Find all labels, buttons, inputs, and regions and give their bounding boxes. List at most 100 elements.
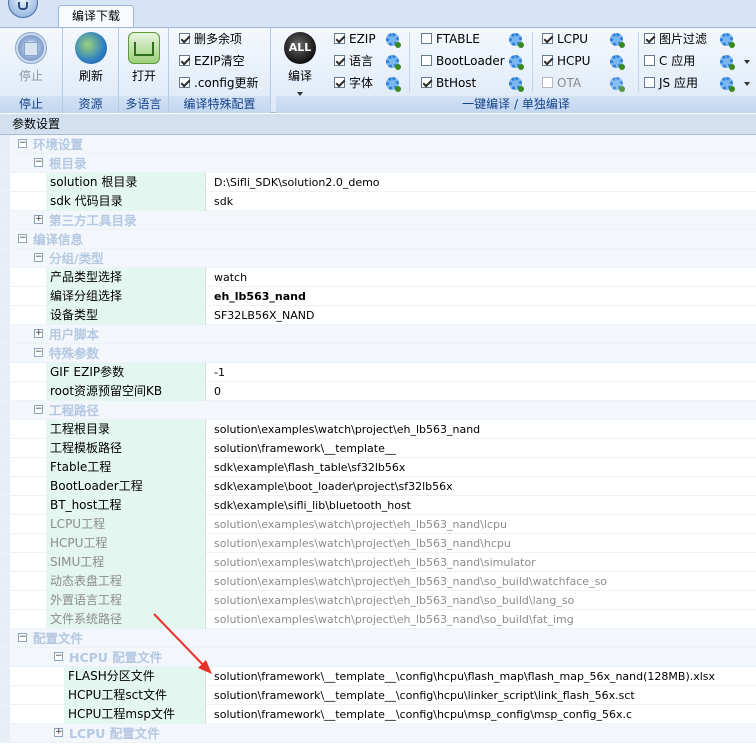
property-value[interactable]: D:\Sifli_SDK\solution2.0_demo [214, 173, 380, 192]
gear-icon[interactable] [720, 77, 735, 92]
option-ezip-clear[interactable]: EZIP清空 [179, 51, 245, 71]
property-row[interactable]: sdk 代码目录 sdk [0, 192, 756, 211]
property-value[interactable]: solution\examples\watch\project\eh_lb563… [214, 420, 480, 439]
property-row[interactable]: root资源预留空间KB 0 [0, 382, 756, 401]
gear-icon[interactable] [610, 55, 625, 70]
checkbox[interactable] [334, 77, 345, 88]
collapse-icon[interactable]: − [18, 139, 27, 148]
option-ftable[interactable]: FTABLE [421, 29, 526, 49]
option-js-app[interactable]: JS 应用 [644, 73, 756, 93]
expand-icon[interactable]: + [34, 329, 43, 338]
property-row[interactable]: FLASH分区文件 solution\framework\__template__… [0, 667, 756, 686]
compile-all-button[interactable]: ALL 编译 [276, 32, 324, 96]
property-value[interactable]: watch [214, 268, 247, 287]
property-row[interactable]: 外置语言工程 solution\examples\watch\project\eh… [0, 591, 756, 610]
property-value[interactable]: sdk [214, 192, 233, 211]
property-row[interactable]: Ftable工程 sdk\example\flash_table\sf32lb56… [0, 458, 756, 477]
property-value[interactable]: eh_lb563_nand [214, 287, 306, 306]
property-row[interactable]: 编译分组选择 eh_lb563_nand [0, 287, 756, 306]
property-row[interactable]: 动态表盘工程 solution\examples\watch\project\eh… [0, 572, 756, 591]
gear-icon[interactable] [386, 55, 401, 70]
checkbox[interactable] [644, 33, 655, 44]
option-image-filter[interactable]: 图片过滤 [644, 29, 756, 49]
category-row[interactable]: − 分组/类型 [0, 249, 756, 268]
collapse-icon[interactable]: − [54, 652, 63, 661]
option-ezip[interactable]: EZIP [334, 29, 404, 49]
property-row[interactable]: 工程模板路径 solution\framework\__template__ [0, 439, 756, 458]
checkbox[interactable] [179, 77, 190, 88]
tab-compile-download[interactable]: 编译下载 [58, 5, 134, 27]
option-ota[interactable]: OTA [542, 73, 637, 93]
collapse-icon[interactable]: − [34, 158, 43, 167]
property-value[interactable]: sdk\example\flash_table\sf32lb56x [214, 458, 405, 477]
property-value[interactable]: solution\examples\watch\project\eh_lb563… [214, 591, 574, 610]
property-value[interactable]: solution\framework\__template__\config\h… [214, 705, 632, 724]
property-row[interactable]: HCPU工程msp文件 solution\framework\__template… [0, 705, 756, 724]
category-row[interactable]: − 环境设置 [0, 135, 756, 154]
chevron-down-icon[interactable] [744, 82, 750, 86]
checkbox[interactable] [542, 55, 553, 66]
gear-icon[interactable] [509, 55, 524, 70]
checkbox[interactable] [421, 33, 432, 44]
chevron-down-icon[interactable] [744, 60, 750, 64]
checkbox[interactable] [542, 33, 553, 44]
property-value[interactable]: solution\examples\watch\project\eh_lb563… [214, 553, 536, 572]
property-row[interactable]: solution 根目录 D:\Sifli_SDK\solution2.0_dem… [0, 173, 756, 192]
property-value[interactable]: solution\examples\watch\project\eh_lb563… [214, 610, 574, 629]
category-row[interactable]: + LCPU 配置文件 [0, 724, 756, 743]
property-value[interactable]: 0 [214, 382, 221, 401]
property-value[interactable]: solution\framework\__template__\config\h… [214, 686, 635, 705]
gear-icon[interactable] [386, 33, 401, 48]
option-remove-extra[interactable]: 删多余项 [179, 29, 242, 49]
property-value[interactable]: sdk\example\sifli_lib\bluetooth_host [214, 496, 411, 515]
expand-icon[interactable]: + [34, 215, 43, 224]
category-row[interactable]: + 用户脚本 [0, 325, 756, 344]
option-language[interactable]: 语言 [334, 51, 404, 71]
category-row[interactable]: − 工程路径 [0, 401, 756, 420]
refresh-button[interactable]: 刷新 [67, 32, 115, 92]
category-row[interactable]: − 根目录 [0, 154, 756, 173]
checkbox[interactable] [421, 77, 432, 88]
checkbox[interactable] [179, 33, 190, 44]
category-row[interactable]: − 配置文件 [0, 629, 756, 648]
app-menu-icon[interactable] [8, 0, 38, 18]
gear-icon[interactable] [610, 77, 625, 92]
gear-icon[interactable] [509, 33, 524, 48]
category-row[interactable]: − 特殊参数 [0, 344, 756, 363]
property-row[interactable]: 工程根目录 solution\examples\watch\project\eh_… [0, 420, 756, 439]
option-bthost[interactable]: BtHost [421, 73, 526, 93]
expand-icon[interactable]: + [54, 728, 63, 737]
option-lcpu[interactable]: LCPU [542, 29, 637, 49]
gear-icon[interactable] [386, 77, 401, 92]
option-hcpu[interactable]: HCPU [542, 51, 637, 71]
property-value[interactable]: solution\examples\watch\project\eh_lb563… [214, 534, 511, 553]
gear-icon[interactable] [509, 77, 524, 92]
property-value[interactable]: solution\examples\watch\project\eh_lb563… [214, 572, 607, 591]
property-value[interactable]: sdk\example\boot_loader\project\sf32lb56… [214, 477, 453, 496]
option-bootloader[interactable]: BootLoader [421, 51, 526, 71]
checkbox[interactable] [334, 33, 345, 44]
collapse-icon[interactable]: − [34, 348, 43, 357]
category-row[interactable]: − 编译信息 [0, 230, 756, 249]
category-row[interactable]: − HCPU 配置文件 [0, 648, 756, 667]
category-row[interactable]: + 第三方工具目录 [0, 211, 756, 230]
property-row[interactable]: 设备类型 SF32LB56X_NAND [0, 306, 756, 325]
collapse-icon[interactable]: − [34, 253, 43, 262]
property-value[interactable]: solution\framework\__template__\config\h… [214, 667, 715, 686]
collapse-icon[interactable]: − [18, 234, 27, 243]
gear-icon[interactable] [720, 33, 735, 48]
checkbox[interactable] [179, 55, 190, 66]
collapse-icon[interactable]: − [34, 405, 43, 414]
checkbox[interactable] [542, 77, 553, 88]
property-row[interactable]: HCPU工程sct文件 solution\framework\__template… [0, 686, 756, 705]
property-value[interactable]: -1 [214, 363, 225, 382]
checkbox[interactable] [334, 55, 345, 66]
open-button[interactable]: 打开 [120, 32, 168, 92]
property-row[interactable]: HCPU工程 solution\examples\watch\project\eh… [0, 534, 756, 553]
stop-button[interactable]: 停止 [7, 32, 55, 92]
property-row[interactable]: 产品类型选择 watch [0, 268, 756, 287]
gear-icon[interactable] [720, 55, 735, 70]
checkbox[interactable] [644, 77, 655, 88]
property-row[interactable]: LCPU工程 solution\examples\watch\project\eh… [0, 515, 756, 534]
property-value[interactable]: SF32LB56X_NAND [214, 306, 314, 325]
